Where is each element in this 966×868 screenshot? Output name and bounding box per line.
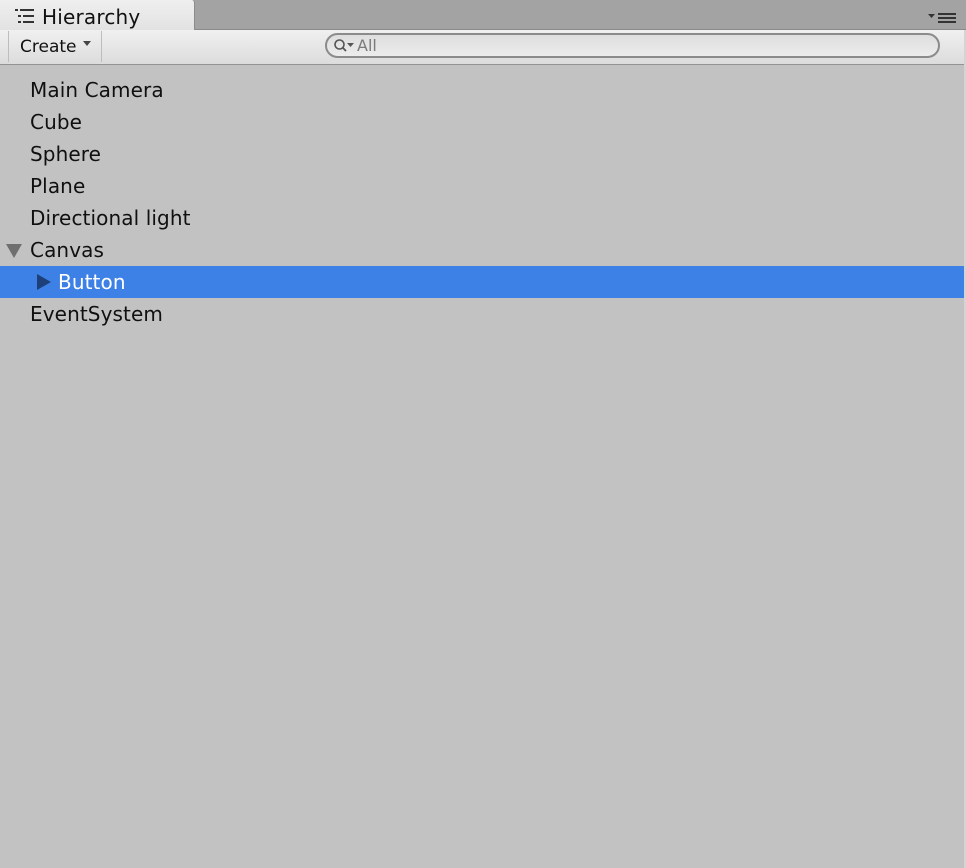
panel-tab-strip: Hierarchy xyxy=(0,0,966,31)
create-button-label: Create xyxy=(20,36,77,57)
hierarchy-item[interactable]: EventSystem xyxy=(0,298,966,330)
hierarchy-item-label: Button xyxy=(58,270,126,294)
hierarchy-item[interactable]: Main Camera xyxy=(0,74,966,106)
hierarchy-tree: Main Camera Cube Sphere Plane Directiona… xyxy=(0,74,966,330)
hierarchy-item-label: Sphere xyxy=(30,142,102,166)
search-field[interactable] xyxy=(325,33,940,58)
hierarchy-item-label: Cube xyxy=(30,110,83,134)
hierarchy-list-icon xyxy=(14,8,36,24)
hierarchy-item-label: Plane xyxy=(30,174,86,198)
collapse-triangle-icon[interactable] xyxy=(37,274,51,290)
hierarchy-item-label: Canvas xyxy=(30,238,105,262)
hierarchy-toolbar: Create xyxy=(0,30,966,65)
hierarchy-item[interactable]: Plane xyxy=(0,170,966,202)
search-input[interactable] xyxy=(357,36,917,55)
hierarchy-item-label: Main Camera xyxy=(30,78,164,102)
hierarchy-item-selected[interactable]: Button xyxy=(0,266,966,298)
tab-title: Hierarchy xyxy=(42,4,141,29)
search-icon[interactable] xyxy=(333,38,357,54)
panel-menu-icon[interactable] xyxy=(928,10,958,26)
tab-hierarchy[interactable]: Hierarchy xyxy=(0,0,195,31)
hierarchy-item[interactable]: Cube xyxy=(0,106,966,138)
expand-triangle-icon[interactable] xyxy=(6,244,22,258)
chevron-down-icon xyxy=(83,41,91,46)
create-button[interactable]: Create xyxy=(8,31,102,62)
hierarchy-item-canvas[interactable]: Canvas xyxy=(0,234,966,266)
hierarchy-item[interactable]: Directional light xyxy=(0,202,966,234)
hierarchy-item-label: EventSystem xyxy=(30,302,163,326)
hierarchy-item[interactable]: Sphere xyxy=(0,138,966,170)
hierarchy-item-label: Directional light xyxy=(30,206,191,230)
